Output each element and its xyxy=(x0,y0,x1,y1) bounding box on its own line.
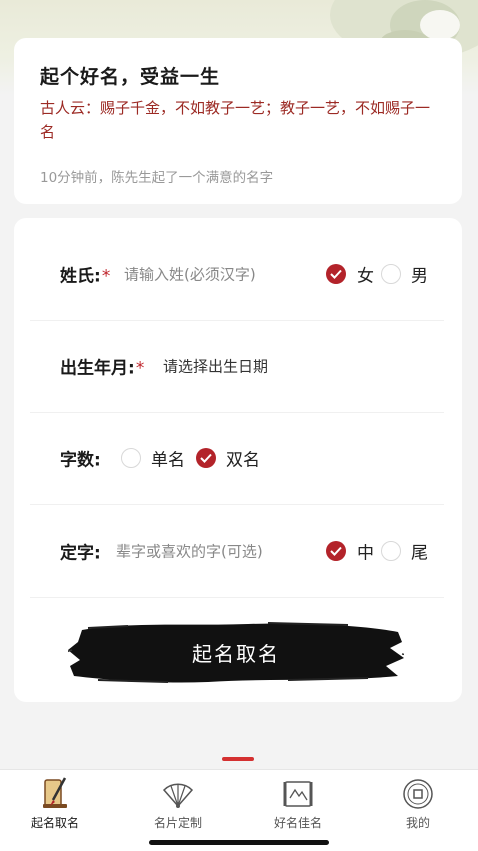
intro-title: 起个好名，受益一生 xyxy=(40,66,221,88)
double-name-radio[interactable] xyxy=(196,448,216,468)
page-indicator xyxy=(222,757,254,761)
birth-label: 出生年月:* xyxy=(60,358,145,379)
single-name-radio[interactable] xyxy=(121,448,141,468)
position-end-radio[interactable] xyxy=(381,541,401,561)
double-name-label[interactable]: 双名 xyxy=(226,446,260,471)
checkmark-icon xyxy=(330,269,342,279)
surname-row: 姓氏:* 请输入姓(必须汉字) 女 男 xyxy=(30,228,444,321)
position-middle-label[interactable]: 中 xyxy=(357,539,374,564)
intro-quote: 古人云：赐子千金，不如教子一艺；教子一艺，不如赐子一名 xyxy=(40,99,431,141)
coin-icon xyxy=(403,779,433,809)
submit-button-label[interactable]: 起名取名 xyxy=(68,620,404,684)
surname-input[interactable]: 请输入姓(必须汉字) xyxy=(124,264,256,285)
tab-good-names-label: 好名佳名 xyxy=(273,816,322,830)
naming-form-card: 姓氏:* 请输入姓(必须汉字) 女 男 出生年月:* 请选择出生日期 字数: 单… xyxy=(14,218,462,702)
fixed-char-label: 定字: xyxy=(60,543,101,564)
tab-naming-label: 起名取名 xyxy=(30,816,79,830)
tab-naming[interactable]: 起名取名 xyxy=(5,774,105,834)
position-middle-radio[interactable] xyxy=(326,541,346,561)
bottom-tab-bar: 起名取名 名片定制 好名佳名 我的 xyxy=(0,769,478,851)
home-indicator xyxy=(149,840,329,845)
name-length-label: 字数: xyxy=(60,450,101,471)
birth-date-picker[interactable]: 请选择出生日期 xyxy=(163,356,268,377)
gender-female-label[interactable]: 女 xyxy=(357,262,374,287)
checkmark-icon xyxy=(200,453,212,463)
tab-card-custom-label: 名片定制 xyxy=(153,816,202,830)
gender-female-radio[interactable] xyxy=(326,264,346,284)
recent-activity-text: 10分钟前，陈先生起了一个满意的名字 xyxy=(40,170,274,186)
checkmark-icon xyxy=(330,546,342,556)
gender-male-radio[interactable] xyxy=(381,264,401,284)
intro-card: 起个好名，受益一生 古人云：赐子千金，不如教子一艺；教子一艺，不如赐子一名 10… xyxy=(14,38,462,204)
fan-icon xyxy=(162,783,194,808)
surname-label: 姓氏:* xyxy=(60,266,111,287)
required-mark: * xyxy=(101,266,111,287)
submit-naming-button[interactable]: 起名取名 xyxy=(68,620,404,684)
position-end-label[interactable]: 尾 xyxy=(411,539,428,564)
single-name-label[interactable]: 单名 xyxy=(151,446,185,471)
tab-good-names[interactable]: 好名佳名 xyxy=(248,774,348,834)
name-length-row: 字数: 单名 双名 xyxy=(30,412,444,505)
birth-row[interactable]: 出生年月:* 请选择出生日期 xyxy=(30,320,444,413)
tab-card-custom[interactable]: 名片定制 xyxy=(128,774,228,834)
gender-male-label[interactable]: 男 xyxy=(411,262,428,287)
tab-mine-label: 我的 xyxy=(405,816,430,830)
fixed-char-row: 定字: 辈字或喜欢的字(可选) 中 尾 xyxy=(30,505,444,598)
tab-mine[interactable]: 我的 xyxy=(368,774,468,834)
required-mark: * xyxy=(135,358,145,379)
scroll-painting-icon xyxy=(283,781,313,807)
fixed-char-input[interactable]: 辈字或喜欢的字(可选) xyxy=(116,541,263,562)
brush-scroll-icon xyxy=(43,777,67,808)
